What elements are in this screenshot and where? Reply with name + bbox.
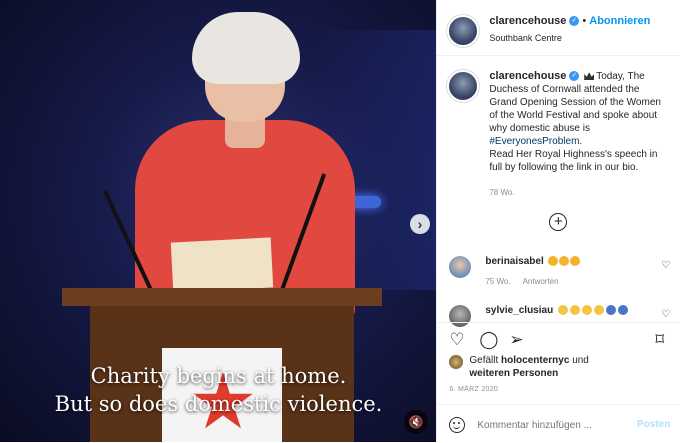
post-video[interactable]: Charity begins at home. But so does dome…	[0, 0, 437, 442]
heart-outline-icon[interactable]: ♡	[661, 260, 670, 286]
post-caption: clarencehouse ✓ Today, The Duchess of Cor…	[437, 56, 680, 199]
bookmark-icon[interactable]: ⌑	[655, 331, 664, 348]
heart-icon[interactable]: ♡	[449, 331, 464, 348]
liker-username[interactable]: holocenternyc	[501, 355, 569, 366]
commenter-avatar[interactable]	[449, 256, 472, 278]
next-media-button[interactable]: ›	[410, 214, 430, 234]
author-avatar[interactable]	[447, 15, 480, 47]
comment-bar: Posten	[437, 404, 680, 443]
liker-avatar[interactable]	[449, 355, 464, 369]
caption-username[interactable]: clarencehouse	[489, 70, 566, 82]
post-side-panel: clarencehouse ✓ • Abonnieren Southbank Cent…	[436, 0, 680, 442]
post-header: clarencehouse ✓ • Abonnieren Southbank Cent…	[437, 0, 680, 56]
post-date: 6. MÄRZ 2020	[449, 386, 499, 393]
comment-username[interactable]: sylvie_clusiau	[485, 305, 553, 316]
hashtag-link[interactable]: #EveryonesProblem	[489, 136, 579, 147]
post-comment-button[interactable]: Posten	[637, 419, 670, 430]
clapping-emoji-icon	[569, 256, 580, 267]
speech-paper	[170, 237, 274, 293]
clapping-emoji-icon	[547, 256, 558, 267]
comment-username[interactable]: berinaisabel	[485, 256, 543, 267]
comment-age: 75 Wo.	[485, 277, 511, 286]
follow-button[interactable]: Abonnieren	[589, 15, 650, 27]
likes-conjunction: und	[572, 355, 589, 366]
likes-summary: Gefällt holocenternyc und weiteren Perso…	[449, 354, 589, 380]
laughing-emoji-icon	[593, 305, 604, 316]
author-username[interactable]: clarencehouse	[489, 15, 566, 27]
speaker-hair	[192, 12, 300, 84]
speaker-muted-icon: 🔇	[408, 415, 424, 429]
mute-button[interactable]: 🔇	[404, 410, 428, 434]
clapping-emoji-icon	[558, 256, 569, 267]
crown-icon	[584, 72, 595, 81]
lectern-top	[62, 288, 382, 306]
comment-icon[interactable]: ◯	[479, 331, 498, 348]
verified-badge-icon: ✓	[569, 16, 580, 27]
subtitle-line-2: But so does domestic violence.	[54, 392, 383, 416]
laughing-emoji-icon	[581, 305, 592, 316]
person-emoji-icon	[617, 305, 628, 316]
share-icon[interactable]: ➢	[509, 331, 523, 348]
instagram-post-window: Charity begins at home. But so does dome…	[0, 0, 680, 442]
laughing-emoji-icon	[557, 305, 568, 316]
other-likers-link[interactable]: weiteren Personen	[469, 368, 558, 379]
separator-dot: •	[582, 15, 587, 27]
likes-prefix: Gefällt	[469, 355, 499, 366]
emoji-smile-icon[interactable]	[449, 417, 466, 433]
post-actions-bar: ♡ ◯ ➢ ⌑	[437, 322, 680, 353]
caption-avatar[interactable]	[447, 70, 480, 102]
load-more-comments-button[interactable]: +	[549, 213, 568, 231]
subtitle-line-1: Charity begins at home.	[90, 364, 347, 388]
verified-badge-icon: ✓	[569, 71, 580, 82]
reply-button[interactable]: Antworten	[523, 277, 559, 286]
caption-period: .	[579, 136, 583, 147]
caption-text-2: Read Her Royal Highness's speech in full…	[489, 149, 658, 173]
caption-age: 78 Wo.	[489, 188, 515, 197]
person-emoji-icon	[605, 305, 616, 316]
plus-circle-icon: +	[553, 213, 563, 230]
laughing-emoji-icon	[569, 305, 580, 316]
location-link[interactable]: Southbank Centre	[489, 33, 650, 43]
comment-input[interactable]	[477, 415, 628, 435]
comment-item: berinaisabel 75 Wo. Antworten ♡	[449, 256, 670, 286]
chevron-right-icon: ›	[417, 216, 423, 232]
